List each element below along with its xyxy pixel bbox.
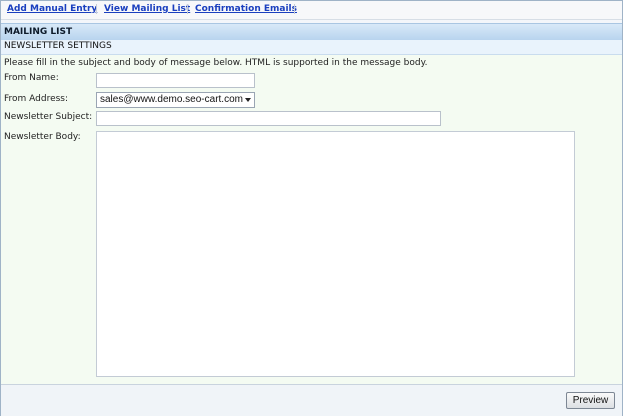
from-address-selected-value: sales@www.demo.seo-cart.com [100,94,243,105]
from-name-field[interactable] [96,73,255,88]
confirmation-emails-link[interactable]: Confirmation Emails [195,4,297,14]
newsletter-body-label: Newsletter Body: [4,132,81,142]
view-mailing-list-link[interactable]: View Mailing List [104,4,190,14]
newsletter-subject-label: Newsletter Subject: [4,112,93,122]
page-title: MAILING LIST [4,27,73,37]
newsletter-form: Please fill in the subject and body of m… [1,55,622,384]
nav-separator [187,4,188,14]
top-navigation: Add Manual Entry View Mailing List Confi… [1,1,622,20]
from-name-label: From Name: [4,73,59,83]
section-title: NEWSLETTER SETTINGS [4,41,112,51]
panel-header: MAILING LIST [1,23,622,41]
from-address-select[interactable]: sales@www.demo.seo-cart.com [96,92,255,108]
add-manual-entry-link[interactable]: Add Manual Entry [7,4,97,14]
form-instructions: Please fill in the subject and body of m… [4,58,428,68]
mailing-list-panel: Add Manual Entry View Mailing List Confi… [0,0,623,416]
form-footer: Preview [1,384,622,416]
newsletter-subject-field[interactable] [96,111,441,126]
nav-separator [96,4,97,14]
nav-separator [294,4,295,14]
preview-button[interactable]: Preview [566,392,615,409]
chevron-down-icon [245,98,251,102]
from-address-label: From Address: [4,94,69,104]
newsletter-body-textarea[interactable] [96,131,575,377]
section-header: NEWSLETTER SETTINGS [1,40,622,55]
